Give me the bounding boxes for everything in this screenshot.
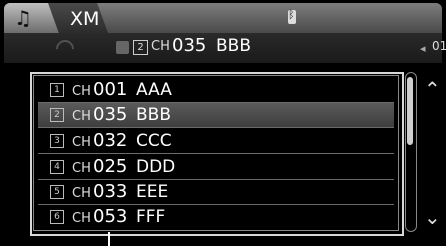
ch-prefix: CH	[72, 135, 91, 150]
now-playing-name: BBB	[216, 36, 251, 56]
channel-name: AAA	[136, 80, 172, 100]
channel-name: CCC	[136, 131, 172, 151]
ch-prefix: CH	[72, 84, 91, 99]
channel-number: 032	[93, 130, 128, 151]
xm-radio-screen: ♫ XM 2 CH 035 BBB ◂ 01 1 CH 001 AAA 2 CH…	[0, 0, 446, 246]
band-icon	[116, 41, 129, 54]
channel-name: BBB	[136, 105, 171, 125]
row-divider	[38, 127, 394, 128]
channel-number: 033	[93, 181, 128, 202]
preset-number: 5	[50, 185, 64, 199]
ch-prefix: CH	[72, 109, 91, 124]
callout-pointer	[108, 232, 110, 246]
now-playing-preset: 2	[133, 40, 148, 55]
channel-name: FFF	[136, 207, 166, 227]
channel-number: 035	[93, 104, 128, 125]
now-playing-bar: 2 CH 035 BBB ◂ 01	[4, 33, 446, 63]
volume-level: 01	[432, 39, 446, 53]
preset-number: 3	[50, 134, 64, 148]
channel-row-3[interactable]: 3 CH 032 CCC	[38, 129, 394, 153]
music-note-icon: ♫	[14, 6, 32, 30]
row-divider	[38, 153, 394, 154]
preset-number: 2	[50, 108, 64, 122]
volume-icon: ◂	[420, 42, 426, 55]
bluetooth-icon	[288, 8, 296, 24]
preset-number: 6	[50, 210, 64, 224]
ch-prefix: CH	[72, 186, 91, 201]
channel-row-6[interactable]: 6 CH 053 FFF	[38, 205, 394, 229]
channel-name: EEE	[136, 182, 169, 202]
tab-xm-label: XM	[70, 8, 100, 30]
satellite-signal-icon	[52, 38, 74, 58]
channel-row-5[interactable]: 5 CH 033 EEE	[38, 180, 394, 204]
now-playing-channel: 035	[172, 35, 207, 56]
channel-row-4[interactable]: 4 CH 025 DDD	[38, 155, 394, 179]
channel-number: 025	[93, 156, 128, 177]
now-playing-ch-prefix: CH	[151, 39, 170, 54]
scrollbar-thumb[interactable]	[407, 77, 413, 145]
ch-prefix: CH	[72, 211, 91, 226]
scroll-down-icon[interactable]: ⌄	[424, 205, 441, 229]
channel-number: 001	[93, 79, 128, 100]
channel-number: 053	[93, 206, 128, 227]
preset-number: 1	[50, 83, 64, 97]
scroll-up-icon[interactable]: ⌃	[424, 77, 441, 101]
channel-name: DDD	[136, 157, 176, 177]
channel-row-1[interactable]: 1 CH 001 AAA	[38, 78, 394, 102]
channel-row-2[interactable]: 2 CH 035 BBB	[38, 103, 394, 127]
preset-number: 4	[50, 160, 64, 174]
ch-prefix: CH	[72, 161, 91, 176]
